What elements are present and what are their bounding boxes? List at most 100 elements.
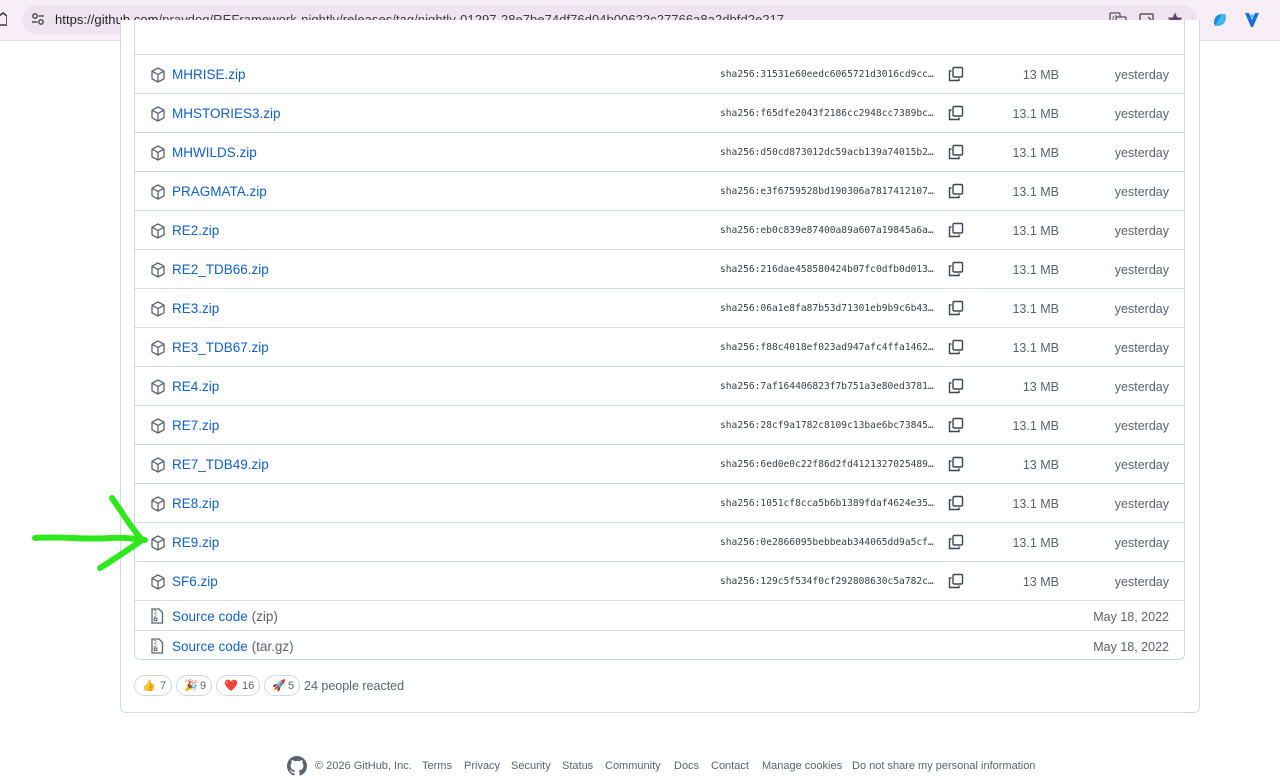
github-logo-icon[interactable] [287,756,307,776]
copy-icon[interactable] [948,495,964,511]
source-code-date: May 18, 2022 [1093,640,1169,654]
reaction-button[interactable]: 👍 7 [134,675,172,696]
asset-date: yesterday [1114,224,1169,238]
asset-row: SF6.zip sha256:129c5f534f0cf292808630c5a7… [135,561,1184,601]
asset-date: yesterday [1114,68,1169,82]
asset-size: 13.1 MB [1012,263,1059,277]
asset-sha256: sha256:d50cd873012dc59acb139a74015b2… [720,147,934,158]
source-code-format: (zip) [251,609,278,624]
asset-size: 13.1 MB [1012,341,1059,355]
site-footer: © 2026 GitHub, Inc. Terms Privacy Security S… [0,756,1280,778]
asset-sha256: sha256:1051cf8cca5b6b1389fdaf4624e35… [720,498,934,509]
asset-sha256: sha256:06a1e8fa87b53d71301eb9b9c6b43… [720,303,934,314]
asset-row: PRAGMATA.zip sha256:e3f6759528bd190306a78… [135,171,1184,211]
asset-download-link[interactable]: RE4.zip [172,379,219,394]
asset-date: yesterday [1114,263,1169,277]
asset-download-link[interactable]: SF6.zip [172,574,218,589]
footer-link[interactable]: Contact [711,760,749,772]
copy-icon[interactable] [948,534,964,550]
asset-row: MHWILDS.zip sha256:d50cd873012dc59acb139a… [135,132,1184,172]
reaction-count: 5 [288,680,295,692]
asset-size: 13 MB [1022,68,1059,82]
assets-list: MHRISE.zip sha256:31531e60eedc6065721d301… [134,20,1185,660]
package-icon [150,340,166,356]
asset-sha256: sha256:e3f6759528bd190306a7817412107… [720,186,934,197]
asset-download-link[interactable]: RE7_TDB49.zip [172,457,269,472]
footer-link[interactable]: Security [511,760,551,772]
asset-sha256: sha256:0e2866095bebbeab344065dd9a5cf… [720,537,934,548]
source-code-link[interactable]: Source code (tar.gz) [172,639,294,654]
asset-date: yesterday [1114,419,1169,433]
asset-size: 13 MB [1022,575,1059,589]
asset-download-link[interactable]: RE2_TDB66.zip [172,262,269,277]
asset-row: RE8.zip sha256:1051cf8cca5b6b1389fdaf4624… [135,483,1184,523]
source-code-label: Source code [172,639,248,654]
asset-date: yesterday [1114,575,1169,589]
asset-download-link[interactable]: MHWILDS.zip [172,145,257,160]
footer-link[interactable]: Community [605,760,661,772]
copy-icon[interactable] [948,417,964,433]
copy-icon[interactable] [948,66,964,82]
asset-download-link[interactable]: RE3_TDB67.zip [172,340,269,355]
reaction-count: 7 [160,680,167,692]
reaction-emoji: ❤️ [224,680,238,692]
reaction-emoji: 🚀 [272,680,286,692]
asset-date: yesterday [1114,536,1169,550]
reaction-emoji: 🎉 [184,680,198,692]
asset-sha256: sha256:216dae458580424b07fc0dfb0d013… [720,264,934,275]
package-icon [150,457,166,473]
asset-size: 13.1 MB [1012,146,1059,160]
asset-sha256: sha256:28cf9a1782c8109c13bae6bc73845… [720,420,934,431]
asset-row: RE3.zip sha256:06a1e8fa87b53d71301eb9b9c6… [135,288,1184,328]
source-code-date: May 18, 2022 [1093,610,1169,624]
reaction-button[interactable]: 🚀 5 [264,675,300,696]
copy-icon[interactable] [948,573,964,589]
asset-download-link[interactable]: MHRISE.zip [172,67,246,82]
package-icon [150,223,166,239]
copilot-icon[interactable] [1210,10,1230,30]
copy-icon[interactable] [948,144,964,160]
file-zip-icon [150,608,164,624]
copy-icon[interactable] [948,339,964,355]
asset-date: yesterday [1114,302,1169,316]
footer-link[interactable]: Do not share my personal information [852,760,1035,772]
reaction-button[interactable]: 🎉 9 [176,675,212,696]
asset-sha256: sha256:129c5f534f0cf292808630c5a782c… [720,576,934,587]
asset-date: yesterday [1114,146,1169,160]
copy-icon[interactable] [948,300,964,316]
asset-download-link[interactable]: RE3.zip [172,301,219,316]
reaction-count: 9 [200,680,207,692]
copy-icon[interactable] [948,456,964,472]
extension-icon[interactable] [1242,10,1262,30]
package-icon [150,379,166,395]
copy-icon[interactable] [948,183,964,199]
footer-link[interactable]: Status [562,760,593,772]
asset-sha256: sha256:f65dfe2043f2186cc2948cc7389bc… [720,108,934,119]
site-settings-icon[interactable] [30,11,46,27]
source-code-format: (tar.gz) [251,639,294,654]
source-code-link[interactable]: Source code (zip) [172,609,278,624]
asset-row: MHSTORIES3.zip sha256:f65dfe2043f2186cc29… [135,93,1184,133]
home-icon[interactable] [0,11,7,27]
asset-row: RE7.zip sha256:28cf9a1782c8109c13bae6bc73… [135,405,1184,445]
reaction-button[interactable]: ❤️ 16 [216,675,260,696]
asset-size: 13.1 MB [1012,536,1059,550]
copy-icon[interactable] [948,261,964,277]
footer-link[interactable]: Manage cookies [762,760,842,772]
asset-row: RE4.zip sha256:7af164406823f7b751a3e80ed3… [135,366,1184,406]
footer-link[interactable]: Docs [674,760,699,772]
copy-icon[interactable] [948,378,964,394]
asset-size: 13.1 MB [1012,497,1059,511]
asset-date: yesterday [1114,497,1169,511]
file-zip-icon [150,638,164,654]
copy-icon[interactable] [948,222,964,238]
asset-download-link[interactable]: PRAGMATA.zip [172,184,267,199]
asset-download-link[interactable]: RE7.zip [172,418,219,433]
green-arrow-annotation [32,495,148,571]
copy-icon[interactable] [948,105,964,121]
footer-link[interactable]: Privacy [464,760,500,772]
footer-link[interactable]: Terms [422,760,452,772]
asset-download-link[interactable]: MHSTORIES3.zip [172,106,281,121]
package-icon [150,145,166,161]
asset-download-link[interactable]: RE2.zip [172,223,219,238]
